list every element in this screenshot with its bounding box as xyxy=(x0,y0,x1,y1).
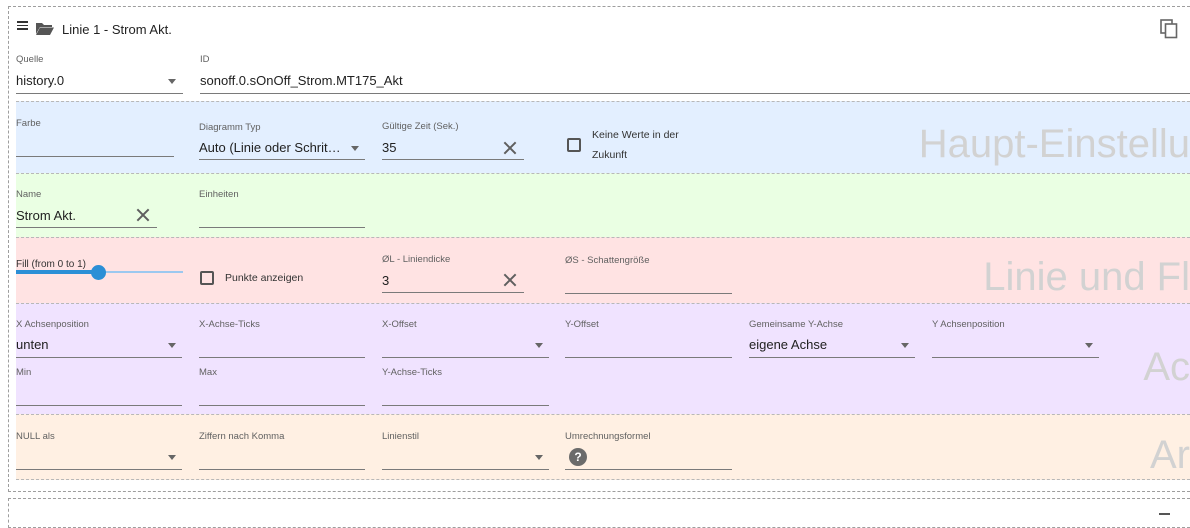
dropdown-arrow-icon[interactable] xyxy=(535,343,543,348)
liniendicke-label: ØL - Liniendicke xyxy=(382,254,451,265)
fill-label: Fill (from 0 to 1) xyxy=(16,259,87,270)
y-ticks-label: Y-Achse-Ticks xyxy=(382,367,443,378)
x-offset-select[interactable] xyxy=(382,357,549,358)
id-underline xyxy=(200,93,1190,94)
card-title: Linie 1 - Strom Akt. xyxy=(62,22,172,37)
liniendicke-field[interactable]: 3 xyxy=(382,273,482,288)
linienstil-select[interactable] xyxy=(382,469,549,470)
keine-werte-label-2: Zukunft xyxy=(592,149,628,161)
clear-icon[interactable] xyxy=(503,141,517,155)
x-ticks-label: X-Achse-Ticks xyxy=(199,319,260,330)
gemeinsame-select[interactable]: eigene Achse xyxy=(749,337,889,352)
formel-label: Umrechnungsformel xyxy=(565,431,651,442)
x-ticks-field[interactable] xyxy=(199,357,365,358)
dropdown-arrow-icon[interactable] xyxy=(535,455,543,460)
next-line-card xyxy=(8,498,1190,528)
section-other: Ar xyxy=(16,414,1190,480)
id-field[interactable]: sonoff.0.sOnOff_Strom.MT175_Akt xyxy=(200,73,800,88)
gemeinsame-label: Gemeinsame Y-Achse xyxy=(749,319,843,330)
quelle-label: Quelle xyxy=(16,54,44,65)
section-watermark: Linie und Fl xyxy=(983,255,1190,299)
gueltige-label: Gültige Zeit (Sek.) xyxy=(382,121,459,132)
null-label: NULL als xyxy=(16,431,55,442)
dropdown-arrow-icon[interactable] xyxy=(351,146,359,151)
schatten-label: ØS - Schattengröße xyxy=(565,255,650,266)
minus-icon[interactable] xyxy=(1159,513,1170,515)
gemeinsame-underline xyxy=(749,357,915,358)
dropdown-arrow-icon[interactable] xyxy=(168,79,176,84)
clear-icon[interactable] xyxy=(503,273,517,287)
folder-open-icon xyxy=(36,23,54,35)
dropdown-arrow-icon[interactable] xyxy=(168,455,176,460)
section-axis: Ac xyxy=(16,303,1190,414)
dropdown-arrow-icon[interactable] xyxy=(901,343,909,348)
y-offset-label: Y-Offset xyxy=(565,319,599,330)
x-offset-label: X-Offset xyxy=(382,319,417,330)
name-field[interactable]: Strom Akt. xyxy=(16,208,126,223)
ziffern-label: Ziffern nach Komma xyxy=(199,431,285,442)
punkte-checkbox[interactable] xyxy=(200,271,214,285)
dropdown-arrow-icon[interactable] xyxy=(1085,343,1093,348)
fill-slider-thumb[interactable] xyxy=(91,265,106,280)
keine-werte-label: Keine Werte in der xyxy=(592,129,679,141)
diagramm-underline xyxy=(199,159,365,160)
diagramm-label: Diagramm Typ xyxy=(199,122,261,133)
linienstil-label: Linienstil xyxy=(382,431,419,442)
keine-werte-checkbox[interactable] xyxy=(567,138,581,152)
punkte-label: Punkte anzeigen xyxy=(225,272,304,284)
clear-icon[interactable] xyxy=(136,208,150,222)
section-watermark: Ar xyxy=(1150,433,1190,477)
farbe-label: Farbe xyxy=(16,118,41,129)
menu-icon[interactable] xyxy=(17,21,28,30)
max-field[interactable] xyxy=(199,405,365,406)
x-pos-underline xyxy=(16,357,182,358)
min-label: Min xyxy=(16,367,32,378)
liniendicke-underline xyxy=(382,292,524,293)
ziffern-field[interactable] xyxy=(199,469,365,470)
id-label: ID xyxy=(200,54,210,65)
y-ticks-field[interactable] xyxy=(382,405,549,406)
null-select[interactable] xyxy=(16,469,182,470)
quelle-select[interactable]: history.0 xyxy=(16,73,166,88)
section-watermark: Ac xyxy=(1143,345,1190,389)
einheiten-label: Einheiten xyxy=(199,189,239,200)
name-underline xyxy=(16,227,157,228)
gueltige-field[interactable]: 35 xyxy=(382,140,482,155)
min-field[interactable] xyxy=(16,405,182,406)
help-icon[interactable]: ? xyxy=(569,448,587,466)
farbe-underline xyxy=(16,156,174,157)
section-name xyxy=(16,173,1190,237)
name-label: Name xyxy=(16,189,42,200)
fill-slider-fill xyxy=(16,270,100,274)
y-pos-label: Y Achsenposition xyxy=(932,319,1005,330)
max-label: Max xyxy=(199,367,217,378)
y-offset-field[interactable] xyxy=(565,357,732,358)
y-pos-underline xyxy=(932,357,1099,358)
x-pos-select[interactable]: unten xyxy=(16,337,156,352)
x-pos-label: X Achsenposition xyxy=(16,319,89,330)
formel-field[interactable] xyxy=(565,469,732,470)
einheiten-underline xyxy=(199,227,365,228)
section-watermark: Haupt-Einstellu xyxy=(918,122,1190,166)
copy-icon[interactable] xyxy=(1160,19,1178,39)
quelle-underline xyxy=(16,93,183,94)
diagramm-select[interactable]: Auto (Linie oder Schrit… xyxy=(199,140,345,155)
schatten-underline xyxy=(565,293,732,294)
gueltige-underline xyxy=(382,159,524,160)
dropdown-arrow-icon[interactable] xyxy=(168,343,176,348)
